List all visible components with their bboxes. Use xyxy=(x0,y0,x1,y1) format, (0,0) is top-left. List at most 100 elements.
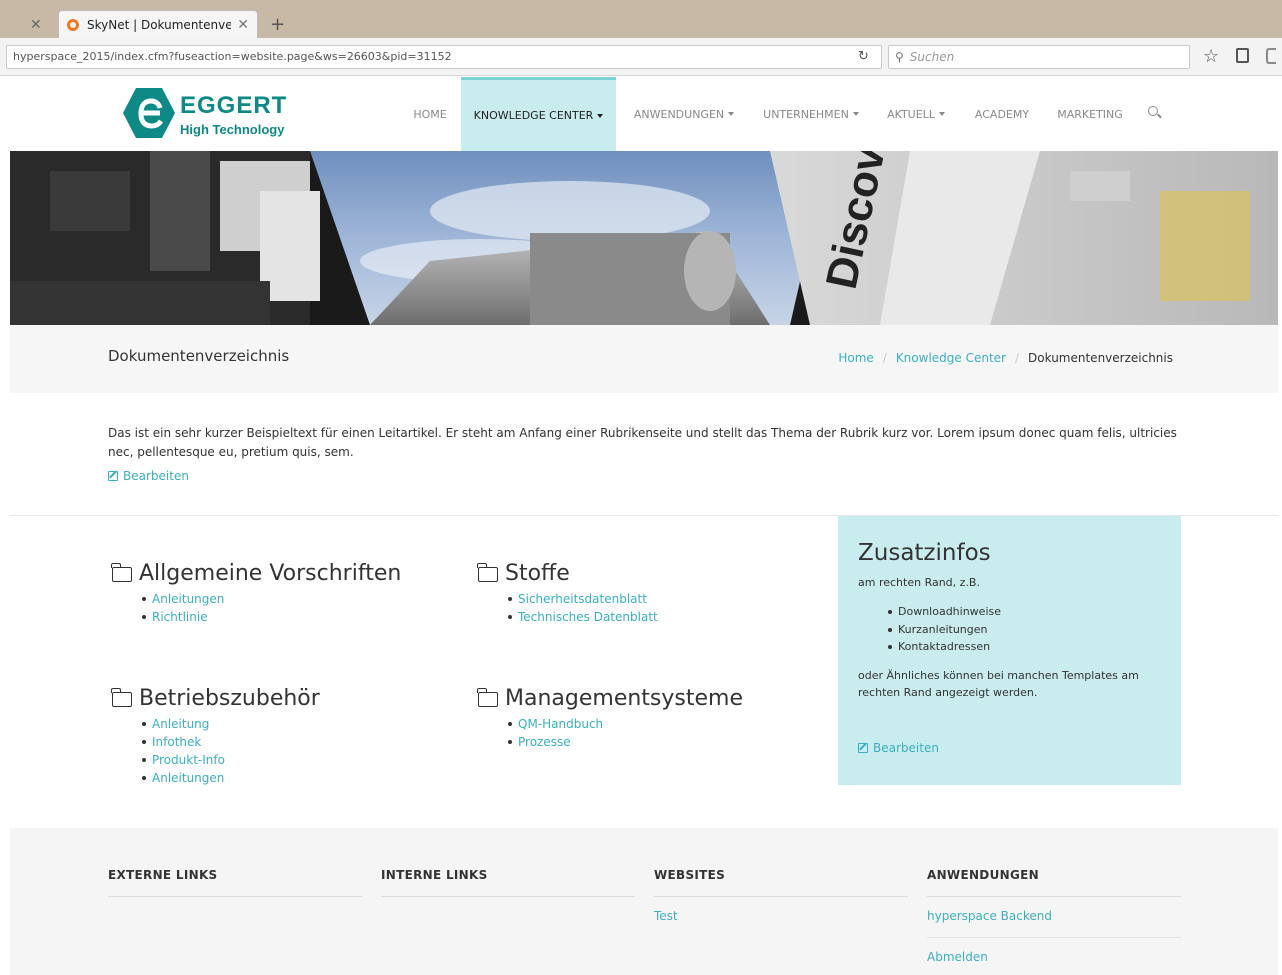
list-item[interactable]: Prozesse xyxy=(508,733,743,751)
footer-link-test[interactable]: Test xyxy=(654,897,908,937)
list-item: Kontaktadressen xyxy=(888,638,1161,656)
bookmark-star-icon[interactable]: ☆ xyxy=(1203,46,1219,67)
breadcrumb-separator: / xyxy=(1014,351,1020,365)
folder-icon xyxy=(477,563,498,582)
intro-text: Das ist ein sehr kurzer Beispieltext für… xyxy=(108,426,1177,459)
edit-label: Bearbeiten xyxy=(873,741,939,755)
footer-column-externe-links: EXTERNE LINKS xyxy=(108,868,362,897)
site-header: EGGERT High Technology HOME KNOWLEDGE CE… xyxy=(10,77,1278,151)
reload-icon[interactable]: ↻ xyxy=(858,49,869,64)
category-title: Stoffe xyxy=(505,561,570,586)
footer-column-websites: WEBSITES Test xyxy=(654,868,908,937)
category-managementsysteme: Managementsysteme QM-Handbuch Prozesse xyxy=(477,686,743,751)
site-footer: EXTERNE LINKS INTERNE LINKS WEBSITES Tes… xyxy=(10,828,1278,975)
category-heading[interactable]: Managementsysteme xyxy=(477,686,743,711)
search-icon: ⚲ xyxy=(895,50,904,64)
chevron-down-icon xyxy=(728,112,735,116)
category-heading[interactable]: Betriebszubehör xyxy=(111,686,320,711)
nav-label: UNTERNEHMEN xyxy=(763,107,849,121)
list-item[interactable]: Technisches Datenblatt xyxy=(508,608,658,626)
search-placeholder: Suchen xyxy=(909,50,955,64)
list-item: Kurzanleitungen xyxy=(888,621,1161,639)
category-list: Anleitung Infothek Produkt-Info Anleitun… xyxy=(142,715,320,787)
brand-name: EGGERT xyxy=(180,92,288,119)
tab-title: SkyNet | Dokumentenverz... xyxy=(87,17,232,32)
nav-label: MARKETING xyxy=(1057,107,1123,121)
hero-image: Discove xyxy=(10,151,1278,325)
browser-tab[interactable]: SkyNet | Dokumentenverz... ✕ xyxy=(58,10,258,38)
folder-icon xyxy=(477,688,498,707)
edit-intro-link[interactable]: Bearbeiten xyxy=(108,469,189,483)
list-item[interactable]: Sicherheitsdatenblatt xyxy=(508,590,658,608)
browser-toolbar: hyperspace_2015/index.cfm?fuseaction=web… xyxy=(0,38,1282,76)
edit-icon xyxy=(858,743,868,753)
category-title: Betriebszubehör xyxy=(139,686,320,711)
nav-item-aktuell[interactable]: AKTUELL xyxy=(876,77,956,151)
list-item[interactable]: Anleitungen xyxy=(142,590,401,608)
overflow-icon[interactable] xyxy=(1266,48,1276,64)
category-list: Sicherheitsdatenblatt Technisches Datenb… xyxy=(508,590,658,626)
breadcrumb-current: Dokumentenverzeichnis xyxy=(1028,351,1173,365)
edit-label: Bearbeiten xyxy=(123,469,189,483)
nav-item-knowledge-center[interactable]: KNOWLEDGE CENTER xyxy=(461,77,616,151)
list-item[interactable]: Anleitungen xyxy=(142,769,320,787)
footer-heading: EXTERNE LINKS xyxy=(108,868,362,897)
list-item[interactable]: Anleitung xyxy=(142,715,320,733)
category-betriebszubehoer: Betriebszubehör Anleitung Infothek Produ… xyxy=(111,686,320,787)
close-icon[interactable]: ✕ xyxy=(30,17,42,33)
space-station-illustration: Discove xyxy=(10,151,1278,325)
category-title: Allgemeine Vorschriften xyxy=(139,561,402,586)
breadcrumb-knowledge-center[interactable]: Knowledge Center xyxy=(896,351,1006,365)
category-heading[interactable]: Allgemeine Vorschriften xyxy=(111,561,402,586)
browser-search-input[interactable]: ⚲ Suchen xyxy=(888,45,1190,69)
nav-item-unternehmen[interactable]: UNTERNEHMEN xyxy=(752,77,870,151)
nav-label: KNOWLEDGE CENTER xyxy=(473,109,594,122)
brand-tagline: High Technology xyxy=(180,122,285,137)
footer-link-hyperspace-backend[interactable]: hyperspace Backend xyxy=(927,897,1181,938)
close-icon[interactable]: ✕ xyxy=(237,17,249,33)
footer-heading: ANWENDUNGEN xyxy=(927,868,1181,897)
nav-item-marketing[interactable]: MARKETING xyxy=(1046,77,1134,151)
category-title: Managementsysteme xyxy=(505,686,743,711)
search-icon[interactable] xyxy=(1148,106,1158,116)
category-list: Anleitungen Richtlinie xyxy=(142,590,401,626)
nav-label: HOME xyxy=(413,107,447,121)
address-bar[interactable]: hyperspace_2015/index.cfm?fuseaction=web… xyxy=(6,45,882,69)
footer-heading: WEBSITES xyxy=(654,868,908,897)
nav-item-anwendungen[interactable]: ANWENDUNGEN xyxy=(622,77,746,151)
footer-column-anwendungen: ANWENDUNGEN hyperspace Backend Abmelden xyxy=(927,868,1181,975)
brand-logo[interactable]: EGGERT High Technology xyxy=(122,86,302,144)
page-title: Dokumentenverzeichnis xyxy=(108,347,290,365)
nav-label: ACADEMY xyxy=(974,107,1030,121)
nav-item-home[interactable]: HOME xyxy=(402,77,458,151)
chevron-down-icon xyxy=(938,112,945,116)
page-header-bar: Dokumentenverzeichnis Home / Knowledge C… xyxy=(10,325,1278,393)
edit-sidebar-link[interactable]: Bearbeiten xyxy=(858,741,939,755)
breadcrumb-separator: / xyxy=(882,351,887,365)
reading-list-icon[interactable] xyxy=(1236,48,1249,63)
nav-label: ANWENDUNGEN xyxy=(633,107,725,121)
footer-link-abmelden[interactable]: Abmelden xyxy=(927,938,1181,975)
list-item[interactable]: Infothek xyxy=(142,733,320,751)
edit-icon xyxy=(108,471,118,481)
sidebar-text: oder Ähnliches können bei manchen Templa… xyxy=(858,668,1139,699)
browser-tab-bar: ✕ SkyNet | Dokumentenverz... ✕ + xyxy=(0,0,1282,38)
footer-heading: INTERNE LINKS xyxy=(381,868,635,897)
category-list: QM-Handbuch Prozesse xyxy=(508,715,743,751)
folder-icon xyxy=(111,688,132,707)
sidebar-subtitle: am rechten Rand, z.B. xyxy=(858,576,980,589)
list-item[interactable]: QM-Handbuch xyxy=(508,715,743,733)
list-item[interactable]: Produkt-Info xyxy=(142,751,320,769)
category-heading[interactable]: Stoffe xyxy=(477,561,658,586)
sidebar-title: Zusatzinfos xyxy=(858,540,991,566)
category-stoffe: Stoffe Sicherheitsdatenblatt Technisches… xyxy=(477,561,658,626)
sidebar-list: Downloadhinweise Kurzanleitungen Kontakt… xyxy=(888,603,1161,656)
favicon-icon xyxy=(67,18,79,31)
list-item[interactable]: Richtlinie xyxy=(142,608,401,626)
nav-item-academy[interactable]: ACADEMY xyxy=(962,77,1042,151)
breadcrumb: Home / Knowledge Center / Dokumentenverz… xyxy=(838,351,1173,365)
nav-label: AKTUELL xyxy=(887,107,935,121)
breadcrumb-home[interactable]: Home xyxy=(838,351,873,365)
list-item: Downloadhinweise xyxy=(888,603,1161,621)
new-tab-icon[interactable]: + xyxy=(270,14,285,35)
